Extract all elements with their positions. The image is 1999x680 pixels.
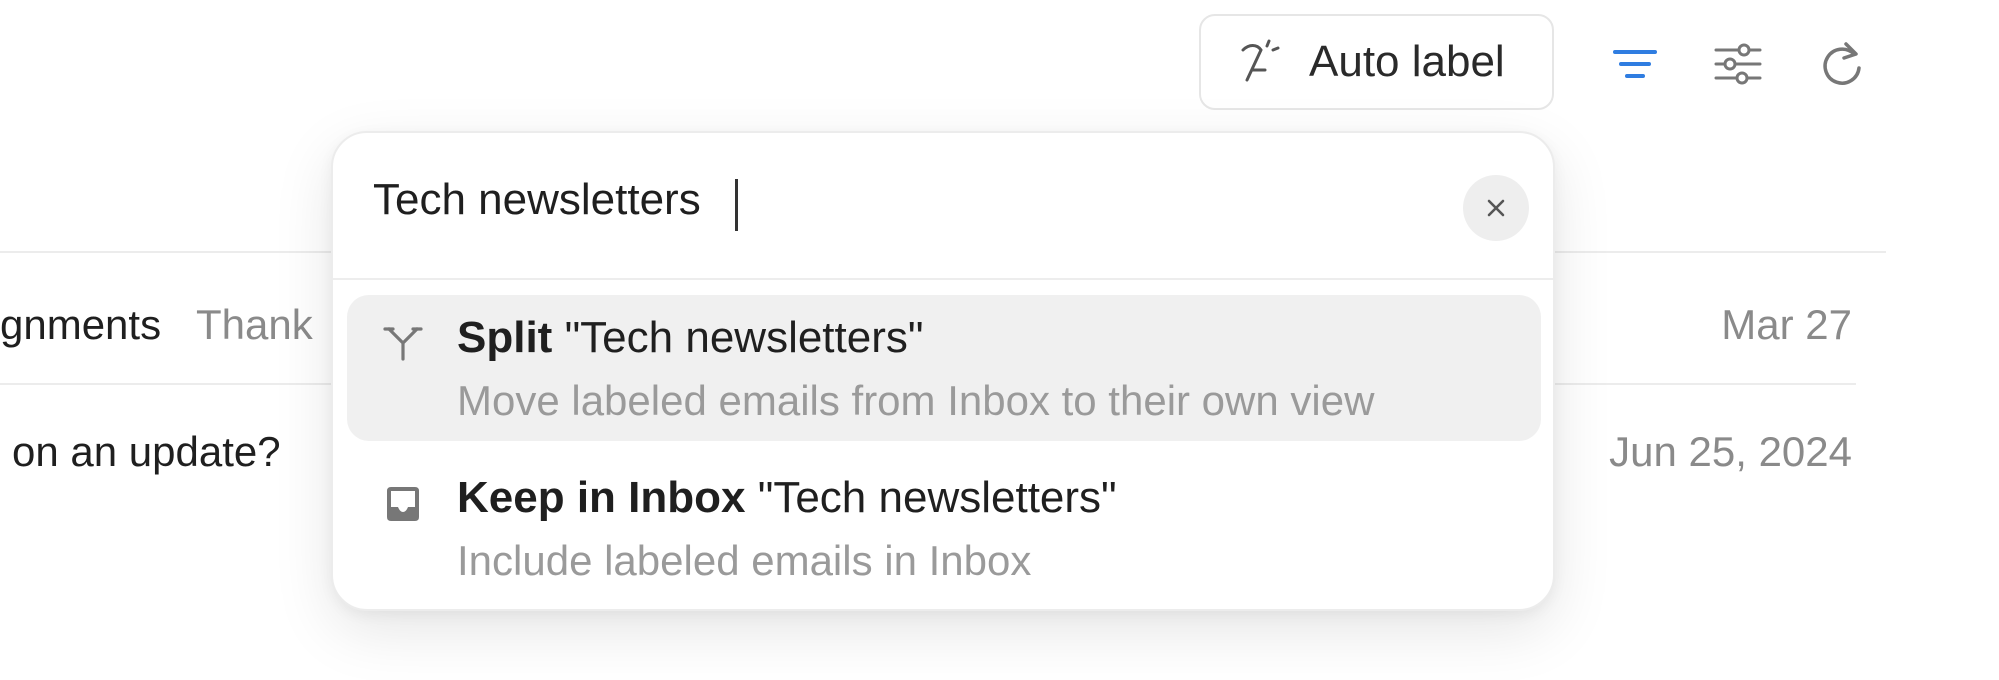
row-subject: gnments — [0, 301, 162, 348]
close-icon — [1487, 199, 1505, 217]
option-split[interactable]: Split "Tech newsletters" Move labeled em… — [347, 295, 1541, 441]
option-description: Include labeled emails in Inbox — [457, 537, 1032, 584]
row-subject: on an update? — [12, 428, 281, 475]
option-title: Keep in Inbox "Tech newsletters" — [457, 473, 1117, 523]
row-date: Mar 27 — [1721, 301, 1852, 348]
row-date: Jun 25, 2024 — [1609, 428, 1852, 475]
option-action: Split — [457, 313, 553, 362]
row-snippet: Thank — [196, 301, 313, 348]
option-action: Keep in Inbox — [457, 473, 746, 522]
auto-label-text: Auto label — [1309, 37, 1505, 86]
text-caret — [735, 179, 738, 231]
refresh-icon[interactable] — [1816, 38, 1868, 90]
option-target: "Tech newsletters" — [564, 313, 924, 362]
option-target: "Tech newsletters" — [757, 473, 1117, 522]
page: Auto label gnments Thank Mar 27 on an up… — [0, 0, 1999, 680]
search-row — [333, 133, 1553, 280]
label-action-popover: Split "Tech newsletters" Move labeled em… — [331, 131, 1555, 611]
label-search-input[interactable] — [373, 175, 1373, 225]
option-description: Move labeled emails from Inbox to their … — [457, 377, 1375, 424]
auto-label-button[interactable]: Auto label — [1199, 14, 1554, 110]
clear-search-button[interactable] — [1463, 175, 1529, 241]
inbox-tray-icon — [387, 487, 419, 521]
sliders-icon[interactable] — [1712, 38, 1764, 90]
option-keep-in-inbox[interactable]: Keep in Inbox "Tech newsletters" Include… — [347, 455, 1541, 601]
auto-label-icon — [1241, 39, 1280, 82]
split-icon — [383, 327, 423, 361]
option-title: Split "Tech newsletters" — [457, 313, 924, 363]
filter-lines-icon[interactable] — [1609, 38, 1661, 90]
